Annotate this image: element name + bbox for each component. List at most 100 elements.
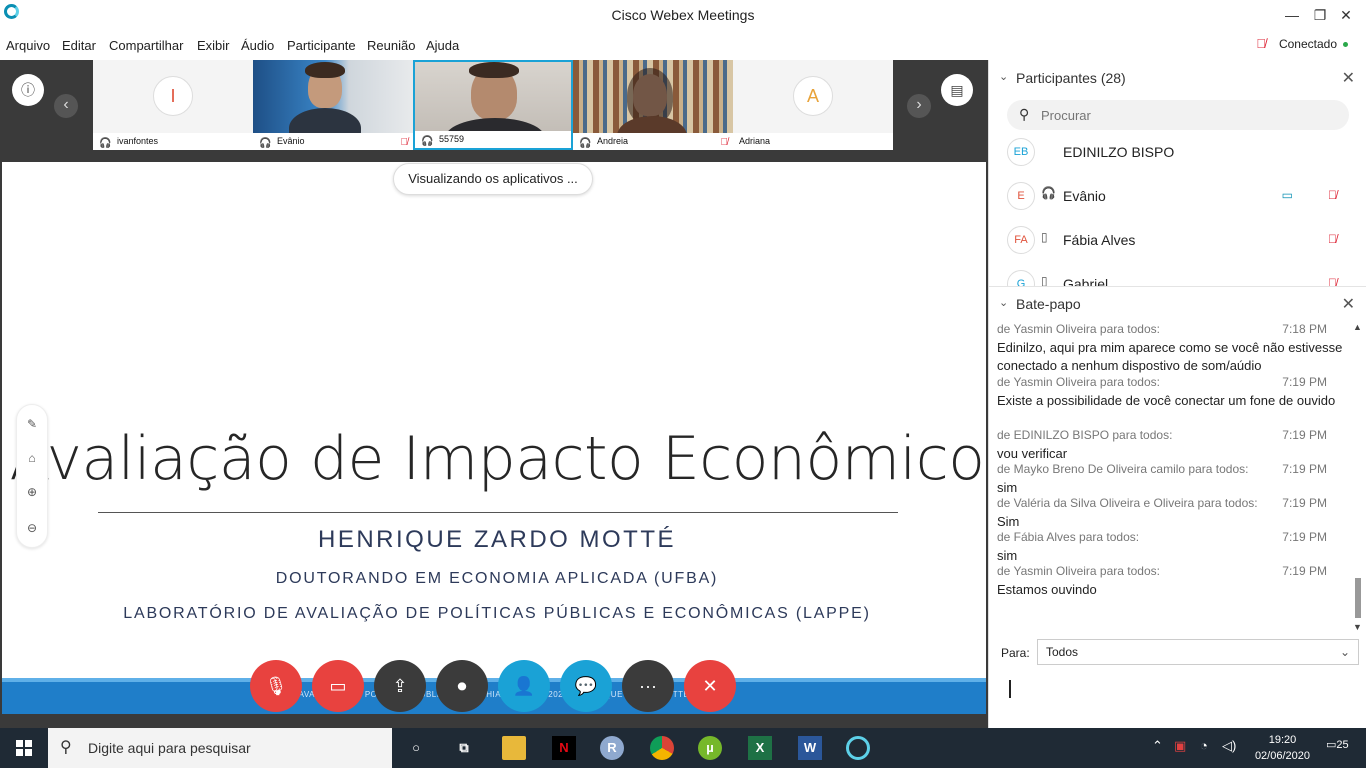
meeting-info-button[interactable]: ⓘ — [12, 74, 44, 106]
chat-header: ⌄ Bate-papo ✕ — [989, 286, 1366, 322]
menu-exibir[interactable]: Exibir — [197, 38, 230, 53]
next-video-button[interactable]: › — [907, 94, 931, 118]
chat-button[interactable]: 💬 — [560, 660, 612, 712]
headset-icon: 🎧 — [99, 138, 112, 149]
avatar: FA — [1007, 226, 1035, 254]
chat-time: 7:18 PM — [1282, 322, 1327, 336]
menu-compartilhar[interactable]: Compartilhar — [109, 38, 183, 53]
layout-button[interactable]: ▤ — [941, 74, 973, 106]
video-tile-evanio[interactable]: 🎧 Evânio 🎙̸ — [253, 60, 413, 150]
chat-time: 7:19 PM — [1282, 462, 1327, 476]
close-participants-button[interactable]: ✕ — [1342, 68, 1355, 88]
video-tile-ivanfontes[interactable]: I 🎧 ivanfontes — [93, 60, 253, 150]
participants-icon: 👤 — [512, 676, 536, 696]
start-button[interactable] — [0, 728, 48, 768]
menu-arquivo[interactable]: Arquivo — [6, 38, 50, 53]
leave-button[interactable]: ✕ — [684, 660, 736, 712]
avatar: A — [793, 76, 833, 116]
chat-icon: 💬 — [574, 676, 598, 696]
title-bar: Cisco Webex Meetings — ❐ ✕ — [0, 0, 1366, 32]
r-icon[interactable]: R — [600, 736, 624, 760]
menu-audio[interactable]: Áudio — [241, 38, 274, 53]
headset-icon: 🎧 — [579, 138, 592, 149]
zoom-out-icon[interactable]: ⊖ — [17, 521, 47, 535]
netflix-icon[interactable]: N — [552, 736, 576, 760]
video-camera-icon: ▭ — [1281, 188, 1293, 202]
participant-search-input[interactable] — [1041, 104, 1331, 126]
chat-input-caret[interactable] — [1009, 680, 1011, 698]
participant-row[interactable]: FA ▯ Fábia Alves 🎙̸ — [989, 220, 1359, 264]
chat-time: 7:19 PM — [1282, 530, 1327, 544]
mic-muted-icon: 🎙̸ — [1256, 36, 1266, 51]
notification-count: 25 — [1336, 739, 1349, 751]
participant-row[interactable]: G ▯ Gabriel 🎙̸ — [989, 264, 1359, 286]
taskbar-clock[interactable]: 19:20 02/06/2020 — [1255, 732, 1310, 764]
volume-icon[interactable]: ◁) — [1222, 738, 1236, 754]
file-explorer-icon[interactable] — [502, 736, 526, 760]
participant-row[interactable]: E 🎧 Evânio ▭ 🎙̸ — [989, 176, 1359, 220]
menu-editar[interactable]: Editar — [62, 38, 96, 53]
chat-scrollbar[interactable]: ▲ ▼ — [1352, 322, 1364, 634]
scroll-up-icon[interactable]: ▲ — [1353, 322, 1362, 332]
notifications-button[interactable]: ▭25 — [1326, 738, 1349, 751]
taskbar-search[interactable]: ⚲ Digite aqui para pesquisar — [48, 728, 392, 768]
sharing-status-pill: Visualizando os aplicativos ... — [393, 163, 593, 195]
webex-taskbar-icon[interactable] — [846, 736, 870, 760]
chevron-down-icon: ⌄ — [1339, 645, 1350, 659]
task-view-icon[interactable]: ⧉ — [452, 736, 476, 760]
record-button[interactable]: ⏺ — [436, 660, 488, 712]
menu-ajuda[interactable]: Ajuda — [426, 38, 459, 53]
more-icon: ··· — [639, 676, 657, 696]
video-button[interactable]: ▭ — [312, 660, 364, 712]
collapse-chevron-icon[interactable]: ⌄ — [999, 70, 1008, 83]
chrome-icon[interactable] — [650, 736, 674, 760]
person-hair — [305, 62, 345, 78]
clock-time: 19:20 — [1268, 734, 1297, 746]
slide-author: HENRIQUE ZARDO MOTTÉ — [317, 526, 676, 553]
participant-row[interactable]: EB EDINILZO BISPO — [989, 132, 1359, 176]
chat-message: Sim — [997, 514, 1020, 529]
more-button[interactable]: ··· — [622, 660, 674, 712]
mute-button[interactable]: 🎙 — [250, 660, 302, 712]
chat-time: 7:19 PM — [1282, 428, 1327, 442]
video-tile-adriana[interactable]: A Adriana — [733, 60, 893, 150]
menu-participante[interactable]: Participante — [287, 38, 356, 53]
taskbar-search-placeholder: Digite aqui para pesquisar — [88, 740, 251, 756]
chat-sender: de EDINILZO BISPO para todos: — [997, 428, 1173, 442]
tray-chevron-icon[interactable]: ⌃ — [1152, 738, 1163, 754]
slide-footer: AVALIAÇÃO DE POLÍTICAS PÚBLICAS NA BAHIA… — [2, 678, 986, 714]
chat-sender: de Yasmin Oliveira para todos: — [997, 375, 1160, 389]
chat-message: sim — [997, 480, 1018, 495]
chat-time: 7:19 PM — [1282, 375, 1327, 389]
slide-divider — [98, 512, 898, 513]
prev-video-button[interactable]: ‹ — [54, 94, 78, 118]
avatar: EB — [1007, 138, 1035, 166]
share-button[interactable]: ⇪ — [374, 660, 426, 712]
wifi-icon[interactable]: ◔ — [1200, 738, 1208, 753]
tile-name: Andreia — [597, 136, 629, 146]
participants-button[interactable]: 👤 — [498, 660, 550, 712]
strip-left: ⓘ ‹ — [0, 60, 93, 150]
video-tile-55759[interactable]: 🎧 55759 — [413, 60, 573, 150]
zoom-in-icon[interactable]: ⊕ — [17, 485, 47, 499]
gift-icon[interactable]: ▣ — [1174, 738, 1186, 754]
collapse-chevron-icon[interactable]: ⌄ — [999, 296, 1008, 309]
avatar: I — [153, 76, 193, 116]
close-window-button[interactable]: ✕ — [1326, 4, 1366, 26]
menu-reuniao[interactable]: Reunião — [367, 38, 415, 53]
cortana-icon[interactable]: ○ — [404, 736, 428, 760]
window-title: Cisco Webex Meetings — [611, 7, 755, 23]
scroll-thumb[interactable] — [1355, 578, 1361, 618]
participant-search: ⚲ — [1007, 100, 1349, 130]
word-icon[interactable]: W — [798, 736, 822, 760]
recipient-select[interactable]: Todos ⌄ — [1037, 639, 1359, 665]
scroll-down-icon[interactable]: ▼ — [1353, 622, 1362, 632]
remote-control-icon[interactable]: ⌂ — [17, 451, 47, 465]
video-tile-andreia[interactable]: 🎧 Andreia 🎙̸ — [573, 60, 733, 150]
annotate-icon[interactable]: ✎ — [17, 417, 47, 431]
close-chat-button[interactable]: ✕ — [1342, 294, 1355, 314]
excel-icon[interactable]: X — [748, 736, 772, 760]
participant-name: Fábia Alves — [1063, 232, 1136, 248]
chat-sender: de Yasmin Oliveira para todos: — [997, 564, 1160, 578]
utorrent-icon[interactable]: µ — [698, 736, 722, 760]
